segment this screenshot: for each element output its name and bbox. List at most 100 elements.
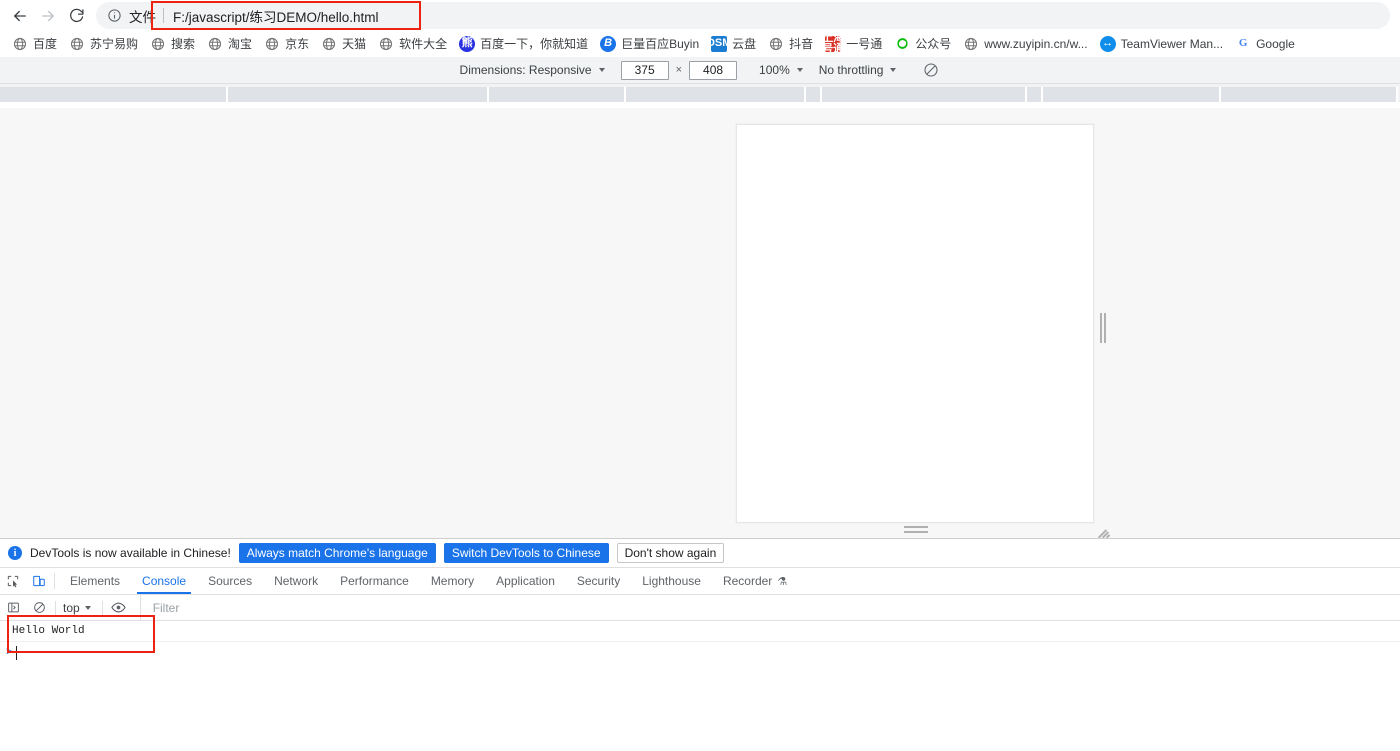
bookmark-item[interactable]: DSM 云盘 (705, 32, 762, 56)
inspect-element-icon[interactable] (0, 568, 26, 594)
tab-label: Performance (340, 574, 409, 588)
bookmark-label: 苏宁易购 (90, 37, 139, 51)
bookmark-label: 天猫 (342, 37, 367, 51)
tabstrip-divider (54, 573, 55, 589)
viewport-width-input[interactable]: 375 (620, 60, 669, 80)
bookmark-item[interactable]: 搜索 (144, 32, 201, 56)
chevron-down-icon (598, 68, 605, 72)
bookmark-label: 软件大全 (399, 37, 448, 51)
google-g-icon: G (1238, 37, 1248, 49)
bookmarks-bar: 百度 苏宁易购 搜索 淘宝 京东 天猫 软件大全 熊 百度一下，你就知道 B 巨… (0, 31, 1400, 57)
bookmark-item[interactable]: 百度 (6, 32, 63, 56)
dimensions-selector[interactable]: Dimensions: Responsive (458, 57, 609, 84)
bookmark-item[interactable]: 天猫 (315, 32, 372, 56)
preset-segment[interactable] (1027, 87, 1043, 102)
device-emulation-toolbar: Dimensions: Responsive 375 × 408 100% No… (0, 57, 1400, 84)
bookmark-item[interactable]: 上海 号通 一号通 (819, 32, 888, 56)
preset-segment[interactable] (1043, 87, 1221, 102)
viewport-corner-resize-handle[interactable] (1098, 526, 1110, 538)
tab-sources[interactable]: Sources (197, 568, 263, 594)
bookmark-item[interactable]: 京东 (258, 32, 315, 56)
preset-segment[interactable] (0, 87, 228, 102)
bookmark-label: 百度 (33, 37, 58, 51)
tab-console[interactable]: Console (131, 568, 197, 594)
execution-context-selector[interactable]: top (59, 601, 99, 615)
url-text[interactable]: F:/javascript/练习DEMO/hello.html (173, 6, 379, 26)
globe-icon (69, 36, 85, 52)
tab-memory[interactable]: Memory (420, 568, 485, 594)
chevron-down-icon (796, 68, 803, 72)
bookmark-item[interactable]: 苏宁易购 (63, 32, 144, 56)
clear-console-icon[interactable] (26, 595, 52, 621)
forward-button[interactable] (34, 2, 62, 30)
tab-label: Lighthouse (642, 574, 701, 588)
execution-context-label: top (63, 600, 80, 615)
browser-toolbar: 文件 F:/javascript/练习DEMO/hello.html (0, 0, 1400, 31)
dsm-icon: DSM (707, 35, 731, 52)
preset-segment[interactable] (1221, 87, 1398, 102)
dimensions-label: Dimensions: Responsive (459, 63, 592, 77)
tab-elements[interactable]: Elements (59, 568, 131, 594)
bookmark-label: 淘宝 (228, 37, 253, 51)
no-throttle-icon[interactable] (920, 59, 942, 81)
wechat-icon (894, 36, 910, 52)
devtools-panel: i DevTools is now available in Chinese! … (0, 538, 1400, 751)
prompt-caret-icon: > (5, 646, 13, 659)
baidu-paw-icon: 熊 (459, 35, 476, 52)
switch-devtools-to-chinese-button[interactable]: Switch DevTools to Chinese (443, 543, 609, 563)
live-expression-eye-icon[interactable] (106, 595, 132, 621)
info-circle-icon[interactable] (106, 7, 123, 24)
tab-label: Console (142, 574, 187, 588)
always-match-chrome-language-button[interactable]: Always match Chrome's language (238, 543, 436, 563)
preset-segment[interactable] (806, 87, 822, 102)
bookmark-item[interactable]: 抖音 (762, 32, 819, 56)
address-bar[interactable]: 文件 F:/javascript/练习DEMO/hello.html (96, 2, 1390, 29)
throttling-selector[interactable]: No throttling (817, 57, 901, 84)
page-viewport[interactable] (736, 124, 1094, 523)
globe-icon (150, 36, 166, 52)
console-filter-input[interactable]: Filter (139, 594, 1400, 621)
tab-performance[interactable]: Performance (329, 568, 420, 594)
preset-segment[interactable] (489, 87, 626, 102)
bookmark-item[interactable]: G Google (1229, 32, 1301, 56)
tab-label: Application (496, 574, 555, 588)
chevron-down-icon (890, 68, 897, 72)
viewport-height-input[interactable]: 408 (689, 60, 738, 80)
zoom-selector[interactable]: 100% (757, 57, 807, 84)
tab-application[interactable]: Application (485, 568, 566, 594)
notice-message: DevTools is now available in Chinese! (30, 546, 231, 560)
tab-security[interactable]: Security (566, 568, 631, 594)
back-button[interactable] (6, 2, 34, 30)
console-input-prompt-row[interactable]: > (0, 642, 1400, 663)
viewport-width-resize-handle[interactable] (1100, 313, 1108, 343)
preset-segment[interactable] (626, 87, 806, 102)
bookmark-label: 搜索 (171, 37, 196, 51)
dimension-multiply-symbol: × (675, 64, 683, 76)
bookmark-item[interactable]: B 巨量百应Buyin (594, 32, 705, 56)
console-output-area[interactable]: Hello World > (0, 621, 1400, 751)
bookmark-label: 云盘 (732, 37, 757, 51)
console-message-row: Hello World (0, 621, 1400, 642)
preset-segment[interactable] (822, 87, 1027, 102)
toggle-device-toolbar-icon[interactable] (26, 568, 52, 594)
bookmark-item[interactable]: 软件大全 (372, 32, 453, 56)
globe-icon (378, 36, 394, 52)
viewport-height-resize-handle[interactable] (904, 526, 928, 533)
url-scheme-label: 文件 (129, 9, 156, 25)
globe-icon (768, 36, 784, 52)
console-toolbar-divider (55, 600, 56, 615)
dont-show-again-button[interactable]: Don't show again (616, 543, 725, 563)
tab-lighthouse[interactable]: Lighthouse (631, 568, 712, 594)
bookmark-item[interactable]: 淘宝 (201, 32, 258, 56)
reload-button[interactable] (62, 2, 90, 30)
console-sidebar-icon[interactable] (0, 595, 26, 621)
bookmark-item[interactable]: www.zuyipin.cn/w... (957, 32, 1093, 56)
tab-recorder[interactable]: Recorder ⚗ (712, 568, 798, 594)
bookmark-item[interactable]: ↔ TeamViewer Man... (1094, 32, 1230, 56)
bookmark-item[interactable]: 公众号 (888, 32, 957, 56)
tab-network[interactable]: Network (263, 568, 329, 594)
globe-icon (264, 36, 280, 52)
bookmark-item[interactable]: 熊 百度一下，你就知道 (453, 32, 594, 56)
preset-segment[interactable] (228, 87, 489, 102)
devtools-tab-strip: Elements Console Sources Network Perform… (0, 568, 1400, 595)
